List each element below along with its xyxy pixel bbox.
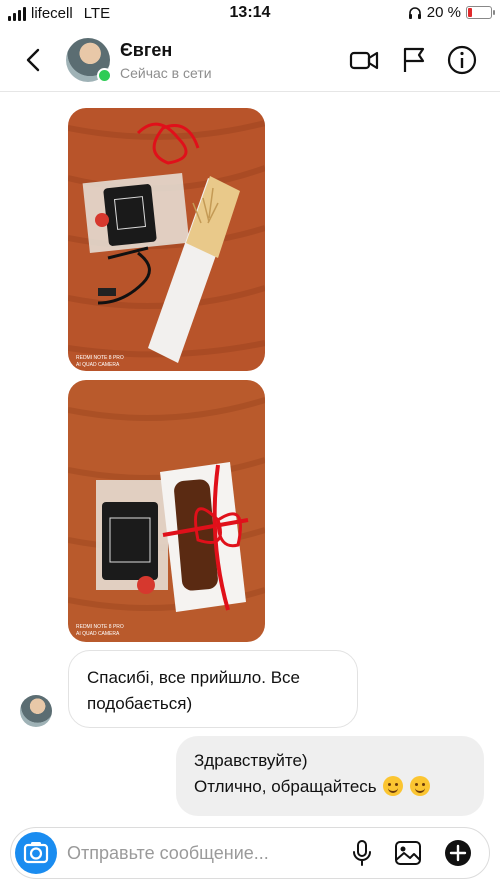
info-icon[interactable]	[446, 44, 478, 76]
product-photo-1: REDMI NOTE 8 PRO AI QUAD CAMERA	[68, 108, 265, 371]
status-right: 20 %	[408, 4, 495, 21]
hugging-face-emoji-icon	[383, 776, 404, 796]
outgoing-message-line2-row: Отлично, обращайтесь	[194, 774, 466, 800]
online-indicator	[97, 68, 112, 83]
product-photo-2: REDMI NOTE 8 PRO AI QUAD CAMERA	[68, 380, 265, 642]
flag-icon[interactable]	[398, 44, 430, 76]
watermark-line2: AI QUAD CAMERA	[76, 631, 120, 637]
outgoing-message-line1: Здравствуйте)	[194, 751, 308, 770]
message-composer	[10, 827, 490, 879]
winking-face-emoji-icon	[410, 776, 431, 796]
watermark-line1: REDMI NOTE 8 PRO	[76, 355, 124, 361]
status-bar: lifecell LTE 13:14 20 %	[0, 0, 500, 28]
watermark-line2: AI QUAD CAMERA	[76, 362, 120, 368]
incoming-message[interactable]: Спасибі, все прийшло. Все подобається)	[68, 650, 358, 728]
photo-message-2[interactable]: REDMI NOTE 8 PRO AI QUAD CAMERA	[68, 380, 265, 642]
battery-icon	[466, 6, 495, 19]
camera-button[interactable]	[15, 832, 57, 874]
chat-header: Євген Сейчас в сети	[0, 28, 500, 92]
contact-status: Сейчас в сети	[120, 65, 212, 81]
video-call-icon[interactable]	[348, 44, 380, 76]
photo-message-1[interactable]: REDMI NOTE 8 PRO AI QUAD CAMERA	[68, 108, 265, 371]
chevron-left-icon[interactable]	[18, 44, 50, 76]
contact-name[interactable]: Євген	[120, 40, 172, 61]
camera-icon	[23, 842, 49, 864]
gallery-icon[interactable]	[393, 838, 423, 868]
incoming-message-text: Спасибі, все прийшло. Все подобається)	[87, 668, 301, 713]
sender-avatar[interactable]	[20, 695, 52, 727]
microphone-icon[interactable]	[347, 838, 377, 868]
message-input[interactable]	[67, 840, 307, 866]
contact-avatar[interactable]	[66, 38, 112, 83]
outgoing-message-line2: Отлично, обращайтесь	[194, 777, 377, 796]
battery-percent: 20 %	[426, 4, 461, 21]
outgoing-message[interactable]: Здравствуйте) Отлично, обращайтесь	[176, 736, 484, 816]
plus-icon[interactable]	[443, 838, 473, 868]
watermark-line1: REDMI NOTE 8 PRO	[76, 624, 124, 630]
headphones-icon	[408, 6, 421, 19]
battery-level	[468, 8, 472, 17]
